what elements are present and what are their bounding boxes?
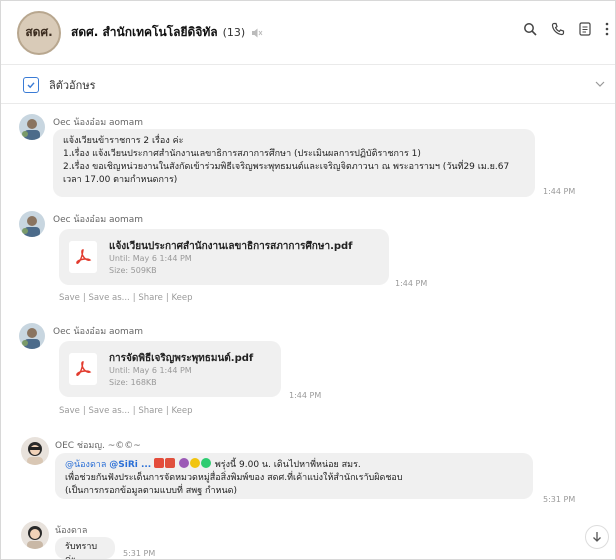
file-size: Size: 168KB (109, 378, 157, 387)
file-expiry: Until: May 6 1:44 PM (109, 366, 192, 375)
pdf-icon (69, 241, 97, 273)
sender-name: Oec น้องอ๋อม aomam (53, 215, 144, 225)
message-line: 2.เรื่อง ขอเชิญหน่วยงานในสังกัดเข้าร่วมพ… (63, 162, 510, 172)
file-attachment[interactable]: การจัดพิธีเจริญพระพุทธมนต์.pdf Until: Ma… (59, 341, 281, 397)
message-line: เวลา 17.00 ตามกำหนดการ) (63, 175, 178, 185)
search-icon[interactable] (523, 22, 537, 36)
sender-name: น้องดาล (55, 526, 88, 536)
message-time: 5:31 PM (123, 549, 156, 558)
save-link[interactable]: Save (59, 406, 80, 416)
mention[interactable]: @SiRi ... (109, 460, 151, 470)
save-as-link[interactable]: Save as... (88, 293, 129, 303)
sender-avatar[interactable] (21, 521, 49, 549)
message-line: @น้องดาล @SiRi ... พรุ่งนี้ 9.00 น. เดิน… (65, 458, 523, 472)
notes-bar[interactable]: ลิตัวอักษร (1, 66, 615, 104)
file-attachment[interactable]: แจ้งเวียนประกาศสำนักงานเลขาธิการสภาการศึ… (59, 229, 389, 285)
message-text: รับทราบค่ะ (65, 542, 98, 560)
sender-avatar[interactable] (19, 114, 45, 140)
save-as-link[interactable]: Save as... (88, 406, 129, 416)
share-link[interactable]: Share (138, 406, 163, 416)
mention[interactable]: @น้องดาล (65, 460, 106, 470)
sender-avatar[interactable] (19, 211, 45, 237)
emoji-icon (200, 458, 211, 468)
emoji-icon (189, 458, 200, 468)
sender-name: Oec น้องอ๋อม aomam (53, 327, 144, 337)
sender-name: OEC ช่อมญ. ~©©~ (55, 441, 141, 451)
chevron-down-icon[interactable] (595, 80, 605, 88)
share-link[interactable]: Share (138, 293, 163, 303)
message-line: (เป็นการกรอกข้อมูลตามแบบที่ สพฐ กำหนด) (65, 486, 237, 496)
scroll-to-bottom-button[interactable] (585, 525, 609, 549)
arrow-down-icon (593, 532, 601, 542)
member-count[interactable]: (13) (223, 26, 246, 39)
group-avatar[interactable]: สดศ. (17, 10, 61, 55)
note-check-icon (23, 76, 39, 93)
mute-icon (252, 28, 263, 37)
file-actions: Save | Save as... | Share | Keep (59, 406, 193, 416)
message-text: พรุ่งนี้ 9.00 น. เดินไปหาพี่หน่อย สมร. (214, 460, 361, 470)
sender-avatar[interactable] (19, 323, 45, 349)
message-line: เพื่อช่วยกันฟังประเด็นการจัดหมวดหมู่สื่อ… (65, 473, 403, 483)
file-actions: Save | Save as... | Share | Keep (59, 293, 193, 303)
message-bubble[interactable]: แจ้งเวียนข้าราชการ 2 เรื่อง ค่ะ 1.เรื่อง… (53, 129, 535, 197)
file-name[interactable]: แจ้งเวียนประกาศสำนักงานเลขาธิการสภาการศึ… (109, 239, 353, 254)
message-bubble[interactable]: รับทราบค่ะ (55, 537, 115, 559)
file-expiry: Until: May 6 1:44 PM (109, 254, 192, 263)
notes-panel-icon[interactable] (579, 22, 591, 36)
keep-link[interactable]: Keep (171, 293, 192, 303)
message-time: 1:44 PM (289, 391, 322, 400)
pdf-icon (69, 353, 97, 385)
phone-icon[interactable] (551, 22, 565, 36)
chat-header: สดศ. สดศ. สำนักเทคโนโลยีดิจิทัล (13) (1, 1, 615, 65)
emoji-icon (178, 458, 189, 468)
message-time: 1:44 PM (395, 279, 428, 288)
save-link[interactable]: Save (59, 293, 80, 303)
notes-label: ลิตัวอักษร (49, 78, 96, 92)
message-line: แจ้งเวียนข้าราชการ 2 เรื่อง ค่ะ (63, 136, 184, 146)
header-actions (523, 22, 609, 36)
message-time: 5:31 PM (543, 495, 576, 504)
file-size: Size: 509KB (109, 266, 157, 275)
chat-title[interactable]: สดศ. สำนักเทคโนโลยีดิจิทัล (71, 23, 218, 42)
chat-window: สดศ. สดศ. สำนักเทคโนโลยีดิจิทัล (13) ลิต… (0, 0, 616, 560)
message-time: 1:44 PM (543, 187, 576, 196)
message-bubble[interactable]: @น้องดาล @SiRi ... พรุ่งนี้ 9.00 น. เดิน… (55, 453, 533, 499)
emoji-icon (154, 458, 165, 468)
emoji-icon (165, 458, 176, 468)
message-line: 1.เรื่อง แจ้งเวียนประกาศสำนักงานเลขาธิกา… (63, 149, 421, 159)
sender-name: Oec น้องอ๋อม aomam (53, 118, 144, 128)
sender-avatar[interactable] (21, 437, 49, 465)
file-name[interactable]: การจัดพิธีเจริญพระพุทธมนต์.pdf (109, 351, 253, 366)
keep-link[interactable]: Keep (171, 406, 192, 416)
more-options-icon[interactable] (605, 22, 609, 36)
